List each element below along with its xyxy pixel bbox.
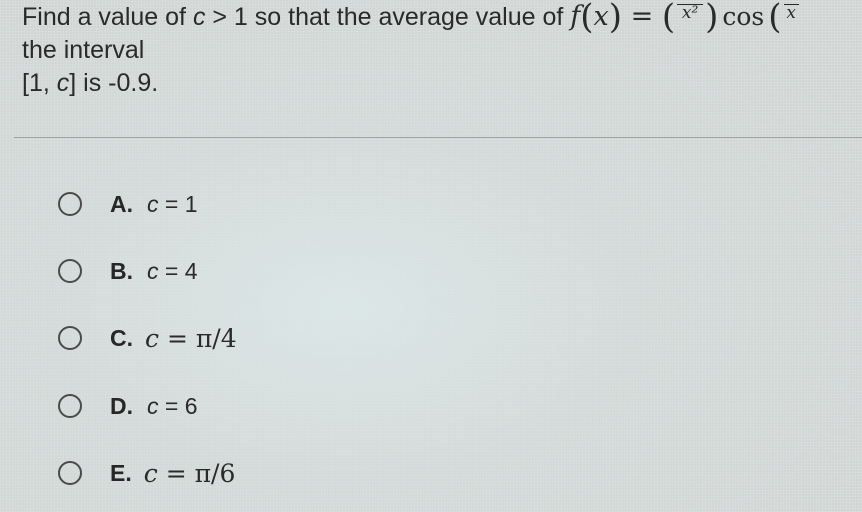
question-divider [14, 137, 862, 138]
option-value: c = π/4 [145, 324, 237, 353]
cos-open-paren: ( [768, 0, 782, 37]
option-a[interactable]: A. c = 1 [58, 187, 198, 221]
option-c[interactable]: C. c = π/4 [58, 321, 237, 355]
function-close-paren: ) [608, 0, 623, 37]
fraction-close-paren: ) [705, 0, 719, 37]
function-name: f [570, 1, 581, 32]
option-letter: A. [110, 190, 133, 217]
interval-open: [1, [22, 69, 57, 97]
option-variable: c [147, 392, 159, 419]
question-prefix: Find a value of [22, 3, 193, 31]
option-value: c = π/6 [144, 459, 236, 488]
option-relation: = [157, 458, 195, 488]
option-number: 6 [184, 392, 198, 419]
option-variable: c [147, 257, 159, 284]
option-number: 4 [184, 257, 198, 284]
option-letter: D. [110, 392, 133, 419]
function-open-paren: ( [580, 0, 594, 37]
option-letter: C. [110, 324, 133, 351]
function-argument: x [593, 1, 609, 32]
question-condition: > 1 so that the average value of [205, 3, 571, 31]
variable-c: c [192, 3, 206, 31]
radio-button-icon[interactable] [58, 259, 82, 283]
option-letter: E. [110, 459, 132, 486]
radio-button-icon[interactable] [58, 394, 82, 418]
option-relation: = [159, 323, 196, 353]
question-line-2: the interval [22, 36, 145, 64]
option-variable: c [145, 323, 160, 353]
radio-button-icon[interactable] [58, 461, 82, 485]
option-variable: c [147, 190, 159, 217]
option-value: c = 4 [147, 258, 198, 285]
cos-function: cos [722, 2, 765, 31]
option-relation: = [158, 257, 185, 284]
option-relation: = [158, 392, 185, 419]
option-number: π/4 [195, 323, 237, 353]
radio-button-icon[interactable] [58, 326, 82, 350]
fraction-denominator: x² [681, 2, 699, 23]
option-d[interactable]: D. c = 6 [58, 389, 198, 423]
option-e[interactable]: E. c = π/6 [58, 456, 235, 490]
equals-sign: = [622, 1, 662, 32]
option-relation: = [158, 190, 185, 217]
option-b[interactable]: B. c = 4 [58, 254, 198, 288]
option-variable: c [143, 458, 158, 488]
question-line-3: [1, c] is -0.9. [22, 67, 862, 100]
radio-button-icon[interactable] [58, 192, 82, 216]
interval-variable-c: c [56, 69, 70, 97]
fraction-coefficient: 9πx² [677, 0, 704, 23]
question-line-1: Find a value of c > 1 so that the averag… [22, 0, 862, 34]
option-value: c = 6 [147, 393, 198, 420]
question-text: Find a value of c > 1 so that the averag… [22, 0, 862, 100]
option-letter: B. [110, 257, 133, 284]
fraction-cos-argument: πx [783, 0, 799, 23]
fraction-open-paren: ( [661, 0, 676, 37]
option-number: π/6 [194, 458, 236, 488]
cos-fraction-denominator: x [786, 2, 796, 23]
option-value: c = 1 [147, 191, 198, 218]
target-average: is -0.9. [76, 69, 159, 97]
option-number: 1 [184, 190, 198, 217]
